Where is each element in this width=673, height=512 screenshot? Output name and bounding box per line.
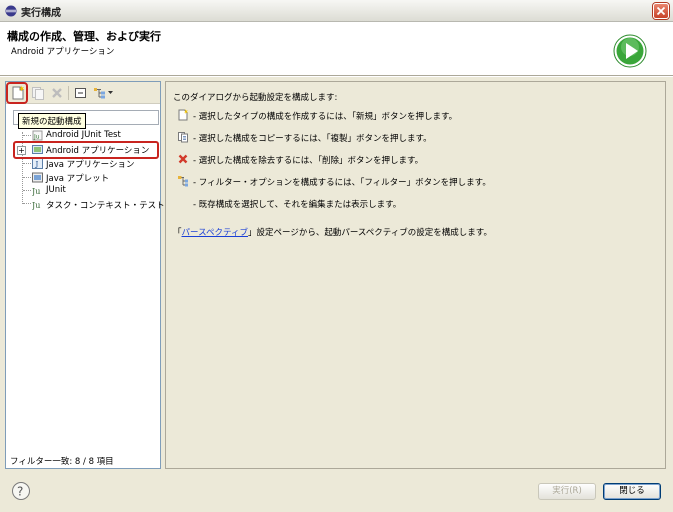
help-text-delete: - 選択した構成を除去するには、「削除」ボタンを押します。 — [193, 156, 424, 166]
help-icon[interactable]: ? — [11, 481, 31, 501]
help-text-copy: - 選択した構成をコピーするには、「複製」ボタンを押します。 — [193, 134, 432, 144]
toolbar-separator — [68, 86, 69, 100]
new-button-highlight — [6, 82, 28, 104]
perspective-link[interactable]: パースペクティブ — [182, 228, 248, 238]
tree-item-label: Android JUnit Test — [46, 130, 121, 140]
duplicate-icon[interactable] — [30, 85, 46, 101]
header-subtitle: Android アプリケーション — [11, 47, 115, 57]
perspective-prefix: 「 — [173, 228, 182, 238]
java-applet-icon — [32, 172, 43, 183]
tree-line — [23, 135, 31, 136]
svg-text:Ju: Ju — [32, 187, 40, 196]
close-button[interactable]: 閉じる — [603, 483, 661, 500]
perspective-suffix: 」設定ページから、起動パースペクティブの設定を構成します。 — [248, 228, 492, 238]
perspective-text: 「パースペクティブ」設定ページから、起動パースペクティブの設定を構成します。 — [173, 226, 492, 238]
filter-match-status: フィルター一致: 8 / 8 項目 — [10, 457, 114, 467]
close-window-button[interactable] — [653, 3, 669, 19]
copy-icon — [178, 132, 188, 143]
dialog-body: 新規の起動構成 Ju Android JUnit Test + Android … — [0, 77, 673, 472]
java-app-icon: J — [32, 158, 43, 169]
tree-line — [23, 177, 31, 178]
run-icon — [613, 34, 647, 68]
filter-dropdown-icon[interactable] — [108, 91, 113, 95]
help-text-new: - 選択したタイプの構成を作成するには、「新規」ボタンを押します。 — [193, 112, 458, 122]
tree-item-label: Java アプレット — [46, 174, 110, 184]
tree-line — [23, 190, 31, 191]
header-title: 構成の作成、管理、および実行 — [7, 30, 161, 43]
collapse-all-icon[interactable] — [73, 85, 89, 101]
filter-icon[interactable] — [91, 85, 107, 101]
svg-text:?: ? — [17, 485, 23, 499]
tree-line — [23, 203, 31, 204]
delete-icon — [178, 154, 188, 164]
description-pane: このダイアログから起動設定を構成します: - 選択したタイプの構成を作成するには… — [165, 81, 666, 469]
eclipse-icon — [5, 5, 17, 17]
tree-item-label: JUnit — [46, 185, 66, 195]
svg-text:Ju: Ju — [33, 134, 40, 141]
tree-item-label: Java アプリケーション — [46, 160, 135, 170]
tree-line — [23, 163, 31, 164]
android-junit-icon: Ju — [32, 130, 43, 141]
tree-item-label: タスク・コンテキスト・テスト — [46, 201, 165, 211]
new-icon — [178, 109, 188, 121]
task-context-icon: Ju — [32, 201, 40, 210]
config-toolbar — [6, 82, 160, 104]
android-app-highlight — [13, 141, 159, 159]
svg-text:Ju: Ju — [32, 201, 40, 210]
config-list-pane: 新規の起動構成 Ju Android JUnit Test + Android … — [5, 81, 165, 469]
dialog-footer: ? 実行(R) 閉じる — [0, 472, 673, 512]
help-text-filter: - フィルター・オプションを構成するには、「フィルター」ボタンを押します。 — [193, 178, 491, 188]
help-text-edit: - 既存構成を選択して、それを編集または表示します。 — [193, 200, 402, 210]
close-icon — [656, 6, 666, 16]
junit-icon: Ju — [32, 187, 40, 196]
filter-icon — [178, 176, 188, 187]
run-button[interactable]: 実行(R) — [538, 483, 596, 500]
delete-icon[interactable] — [49, 85, 65, 101]
svg-text:J: J — [35, 161, 39, 169]
new-config-tooltip: 新規の起動構成 — [18, 113, 86, 129]
title-bar: 実行構成 — [0, 0, 673, 22]
dialog-header: 構成の作成、管理、および実行 Android アプリケーション — [0, 22, 673, 76]
window-title: 実行構成 — [21, 8, 61, 19]
intro-text: このダイアログから起動設定を構成します: — [173, 93, 338, 103]
